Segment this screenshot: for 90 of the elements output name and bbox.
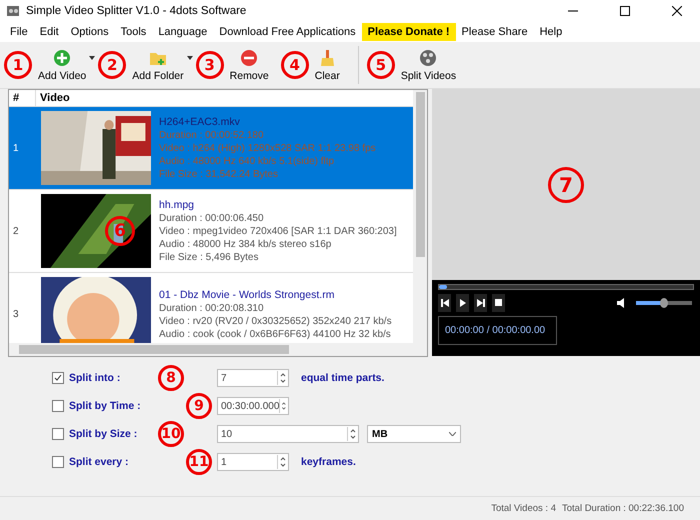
toolbar-button[interactable]: Add Folder [128,48,194,82]
checkbox[interactable] [52,428,64,440]
option-suffix: equal time parts. [301,372,384,384]
vertical-scrollbar[interactable] [413,90,427,343]
video-detail: Duration : 00:00:52.180 [159,130,265,141]
menu-item[interactable]: Download Free Applications [213,23,362,41]
volume-thumb[interactable] [660,298,668,308]
video-detail: Video : h264 (High) 1280x528 SAR 1:1 23.98 fps [159,143,376,154]
spin-field[interactable]: 7 [217,369,289,387]
video-title: H264+EAC3.mkv [159,116,241,128]
maximize-icon [620,6,630,16]
callout-marker: 4 [280,51,309,79]
caret-icon[interactable] [89,56,96,60]
callout-marker: 11 [186,449,212,475]
option-label: Split by Size : [69,428,138,440]
previous-icon [440,299,448,307]
callout-marker: 1 [4,51,32,79]
toolbar-button[interactable]: Split Videos [396,48,466,82]
toolbar-button[interactable]: Clear [310,48,350,82]
check-icon [54,374,62,382]
spin-arrows-icon[interactable] [277,371,288,385]
donate-menu-item[interactable]: Please Donate ! [362,23,456,41]
callout-marker: 7 [548,166,584,202]
film-reel-icon [418,48,438,68]
stop-button[interactable] [492,294,505,312]
menu-item[interactable]: Please Share [456,23,534,41]
play-icon [458,299,466,307]
video-detail: Audio : 48000 Hz 640 kb/s 5.1(side) fltp [159,156,336,167]
callout-marker: 9 [186,393,212,419]
volume-track[interactable] [636,301,692,305]
video-detail: Video : rv20 (RV20 / 0x30325652) 352x240 217 kb/s [159,316,392,326]
status-text: Total Duration : 00:22:36.100 [562,503,684,514]
menu-item[interactable]: Edit [34,23,65,41]
remove-icon [239,48,260,68]
menu-item[interactable]: Options [64,23,115,41]
window-title: Simple Video Splitter V1.0 - 4dots Software [26,5,248,17]
horizontal-scrollbar[interactable] [9,343,427,356]
callout-marker: 3 [196,51,224,79]
spin-field[interactable]: 10 [217,425,359,443]
checkbox[interactable] [52,456,64,468]
status-text: Total Videos : 4 [491,503,556,514]
spin-arrows-icon[interactable] [279,399,288,413]
column-header[interactable]: Video [36,90,413,106]
callout-marker: 8 [158,365,184,391]
close-icon [672,6,682,16]
option-label: Split by Time : [69,400,142,412]
video-title: 01 - Dbz Movie - Worlds Strongest.rm [159,288,336,300]
video-row[interactable]: 1 H264+EAC3.mkv Duration : 00:00:52.180 Video : h264 (High) 1280x528 SAR 1:1 23.98 fps Audio : 48000 Hz 640 kb/s 5.1(side) fltp File Size : 31,542.24 Bytes [9,107,413,190]
spin-arrows-icon[interactable] [347,427,358,441]
next-button[interactable] [474,294,487,312]
video-detail: Video : mpeg1video 720x406 [SAR 1:1 DAR 360:203] [159,226,397,237]
app-icon [6,4,20,18]
row-number: 3 [12,308,20,320]
play-button[interactable] [456,294,469,312]
video-detail: Audio : 48000 Hz 384 kb/s stereo s16p [159,239,332,250]
toolbar-button[interactable]: Remove [226,48,279,82]
video-detail: Audio : cook (cook / 0x6B6F6F63) 44100 Hz 32 kb/s [159,328,392,340]
video-title: hh.mpg [159,199,196,211]
menu-item[interactable]: Language [152,23,214,41]
caret-icon[interactable] [186,56,193,60]
menu-item[interactable]: Tools [114,23,152,41]
column-header[interactable]: # [9,90,36,106]
spin-field[interactable]: 1 [217,453,289,471]
spin-field[interactable]: 00:30:00.000 [217,397,289,415]
row-number: 2 [12,226,20,236]
video-detail: File Size : 31,542.24 Bytes [159,169,279,180]
callout-marker: 2 [98,51,126,79]
menu-item[interactable]: File [4,23,34,41]
add-icon [52,48,72,68]
checkbox[interactable] [52,372,64,384]
previous-button[interactable] [438,294,451,312]
video-detail: Duration : 00:20:08.310 [159,302,265,314]
callout-marker: 5 [366,51,395,79]
callout-marker: 10 [158,421,184,447]
option-label: Split into : [69,372,122,384]
unit-dropdown[interactable]: MB [367,425,461,443]
video-detail: Duration : 00:00:06.450 [159,213,265,224]
time-display: 00:00:00 / 00:00:00.00 [438,316,557,345]
stop-icon [494,299,502,307]
video-detail: File Size : 5,496 Bytes [159,252,260,263]
toolbar-button[interactable]: Add Video [34,48,96,82]
speaker-icon[interactable] [617,298,627,308]
chevron-icon [449,432,456,436]
checkbox[interactable] [52,400,64,412]
next-icon [476,299,484,307]
option-suffix: keyframes. [301,456,356,468]
menu-item[interactable]: Help [534,23,568,41]
spin-arrows-icon[interactable] [277,455,288,469]
row-number: 1 [12,142,20,154]
option-label: Split every : [69,456,130,468]
